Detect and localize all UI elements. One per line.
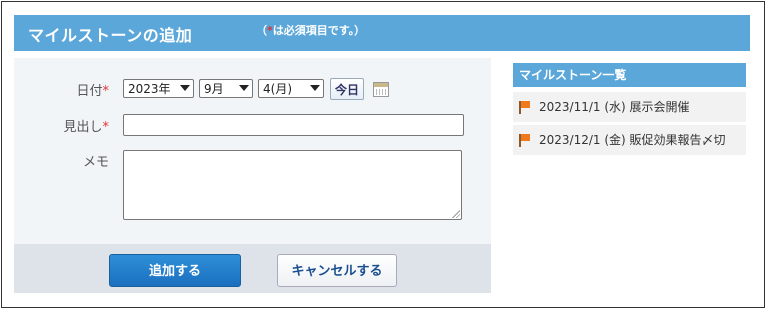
milestone-item-label: 2023/12/1 (金) 販促効果報告〆切 — [539, 133, 726, 147]
month-select[interactable]: 9月 — [199, 79, 253, 98]
heading-input[interactable] — [123, 114, 464, 136]
page-header: マイルストーンの追加 （*は必須項目です。） — [14, 15, 750, 51]
today-button[interactable]: 今日 — [330, 78, 364, 100]
add-button[interactable]: 追加する — [109, 254, 241, 287]
required-note-open: （ — [256, 24, 267, 37]
calendar-icon[interactable] — [373, 82, 389, 97]
year-select[interactable]: 2023年 — [123, 79, 194, 98]
memo-label-text: メモ — [82, 155, 109, 170]
chevron-down-icon — [239, 85, 249, 91]
milestone-list-title: マイルストーン一覧 — [513, 63, 746, 87]
date-label: 日付* — [14, 80, 109, 99]
required-note-text: は必須項目です。） — [272, 24, 366, 37]
button-bar: 追加する キャンセルする — [14, 244, 491, 293]
chevron-down-icon — [180, 85, 190, 91]
flag-icon — [519, 101, 531, 114]
day-select-value: 4(月) — [263, 82, 292, 96]
page-title: マイルストーンの追加 — [28, 26, 193, 45]
chevron-down-icon — [310, 85, 320, 91]
date-label-text: 日付 — [76, 84, 103, 99]
milestone-item[interactable]: 2023/11/1 (水) 展示会開催 — [513, 92, 746, 122]
memo-textarea[interactable] — [123, 150, 462, 220]
milestone-item[interactable]: 2023/12/1 (金) 販促効果報告〆切 — [513, 125, 746, 155]
month-select-value: 9月 — [204, 82, 224, 96]
resize-grip-icon[interactable] — [452, 210, 460, 218]
required-note: （*は必須項目です。） — [256, 22, 365, 38]
cancel-button[interactable]: キャンセルする — [277, 254, 397, 287]
heading-label-text: 見出し — [63, 120, 103, 135]
heading-required-mark: * — [102, 120, 110, 135]
flag-icon — [519, 134, 531, 147]
day-select[interactable]: 4(月) — [258, 79, 324, 98]
milestone-item-label: 2023/11/1 (水) 展示会開催 — [539, 100, 690, 114]
form-panel: 日付* 2023年 9月 4(月) 今日 見出し* メモ — [14, 58, 491, 244]
heading-label: 見出し* — [14, 116, 109, 135]
date-required-mark: * — [102, 84, 110, 99]
year-select-value: 2023年 — [128, 82, 171, 96]
memo-label: メモ — [14, 151, 109, 170]
